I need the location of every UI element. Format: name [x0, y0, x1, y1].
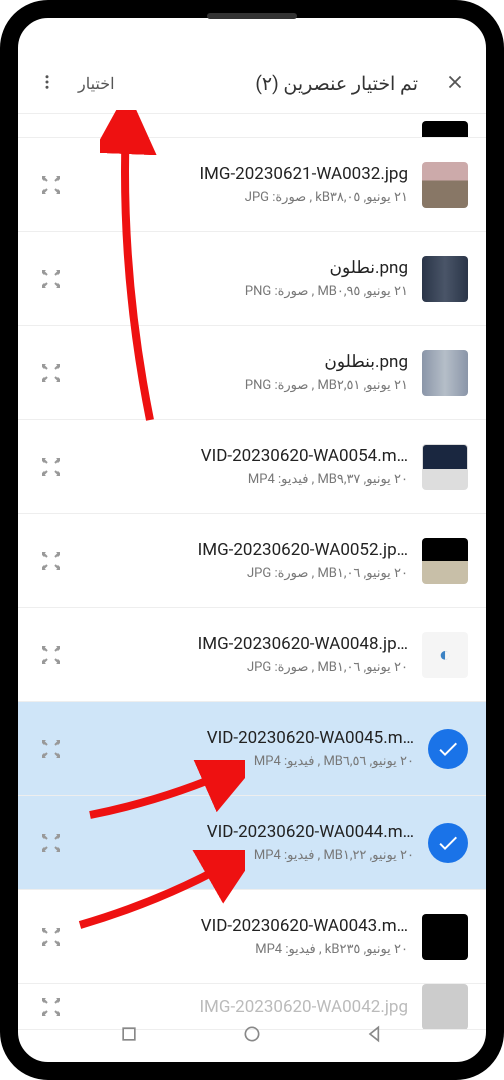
file-thumbnail[interactable]: [422, 444, 468, 490]
check-icon[interactable]: [428, 823, 468, 863]
selection-title: تم اختيار عنصرين (٢): [129, 72, 436, 95]
recent-icon[interactable]: [119, 1024, 139, 1044]
select-button[interactable]: اختيار: [64, 74, 129, 93]
file-name: IMG-20230621-WA0032.jpg: [80, 164, 408, 184]
file-row[interactable]: نطلون.png ٢١ يونيو, MB٠,٩٥ , صورة: PNG: [18, 232, 486, 326]
file-row[interactable]: IMG-20230621-WA0032.jpg ٢١ يونيو, kB٣٨,٠٥…: [18, 138, 486, 232]
file-name: IMG-20230620-WA0052.jp…: [80, 540, 408, 560]
file-thumbnail[interactable]: [422, 162, 468, 208]
file-thumbnail[interactable]: [422, 121, 468, 138]
file-row[interactable]: VID-20230620-WA0043.m… ٢٠ يونيو, kB٢٣٥ , …: [18, 890, 486, 984]
file-meta: ٢٠ يونيو, MB١,٢٢ , فيديو: MP4: [80, 848, 414, 863]
expand-icon[interactable]: [36, 831, 66, 855]
file-info: IMG-20230621-WA0032.jpg ٢١ يونيو, kB٣٨,٠٥…: [80, 164, 408, 205]
expand-icon[interactable]: [36, 737, 66, 761]
file-row[interactable]: VID-20230620-WA0045.m… ٢٠ يونيو, MB٦,٥٦ ,…: [18, 702, 486, 796]
file-info: IMG-20230620-WA0042.jpg: [80, 997, 408, 1017]
expand-icon[interactable]: [36, 925, 66, 949]
file-thumbnail[interactable]: ◐: [422, 632, 468, 678]
expand-icon[interactable]: [36, 549, 66, 573]
file-row[interactable]: ◐ IMG-20230620-WA0048.jp… ٢٠ يونيو, MB١,٠٦…: [18, 608, 486, 702]
file-thumbnail[interactable]: [422, 914, 468, 960]
selection-header: تم اختيار عنصرين (٢) اختيار: [18, 54, 486, 114]
file-info: VID-20230620-WA0045.m… ٢٠ يونيو, MB٦,٥٦ ,…: [80, 728, 414, 769]
system-navbar: [18, 1016, 486, 1052]
file-list[interactable]: IMG-20230621-WA0032.jpg ٢١ يونيو, kB٣٨,٠٥…: [18, 114, 486, 1030]
status-bar: [18, 18, 486, 54]
file-info: IMG-20230620-WA0048.jp… ٢٠ يونيو, MB١,٠٦ …: [80, 634, 408, 675]
file-name: VID-20230620-WA0043.m…: [80, 916, 408, 936]
expand-icon[interactable]: [36, 173, 66, 197]
check-icon[interactable]: [428, 729, 468, 769]
file-name: IMG-20230620-WA0048.jp…: [80, 634, 408, 654]
expand-icon[interactable]: [36, 455, 66, 479]
file-meta: ٢٠ يونيو, kB٢٣٥ , فيديو: MP4: [80, 942, 408, 957]
file-info: VID-20230620-WA0054.m… ٢٠ يونيو, MB٩,٣٧ ,…: [80, 446, 408, 487]
file-thumbnail[interactable]: [422, 350, 468, 396]
file-info: بنطلون.png ٢١ يونيو, MB٢,٥١ , صورة: PNG: [80, 352, 408, 393]
file-name: VID-20230620-WA0045.m…: [80, 728, 414, 748]
expand-icon[interactable]: [36, 643, 66, 667]
file-row[interactable]: IMG-20230620-WA0052.jp… ٢٠ يونيو, MB١,٠٦ …: [18, 514, 486, 608]
file-row[interactable]: VID-20230620-WA0054.m… ٢٠ يونيو, MB٩,٣٧ ,…: [18, 420, 486, 514]
more-icon[interactable]: [30, 65, 64, 103]
file-row[interactable]: بنطلون.png ٢١ يونيو, MB٢,٥١ , صورة: PNG: [18, 326, 486, 420]
home-icon[interactable]: [242, 1024, 262, 1044]
file-meta: ٢٠ يونيو, MB٩,٣٧ , فيديو: MP4: [80, 472, 408, 487]
file-name: نطلون.png: [80, 258, 408, 278]
file-meta: ٢٠ يونيو, MB١,٠٦ , صورة: JPG: [80, 566, 408, 581]
file-meta: ٢١ يونيو, MB٢,٥١ , صورة: PNG: [80, 378, 408, 393]
file-meta: ٢١ يونيو, kB٣٨,٠٥ , صورة: JPG: [80, 190, 408, 205]
file-thumbnail[interactable]: [422, 256, 468, 302]
close-icon[interactable]: [436, 63, 474, 105]
file-info: IMG-20230620-WA0052.jp… ٢٠ يونيو, MB١,٠٦ …: [80, 540, 408, 581]
expand-icon[interactable]: [36, 267, 66, 291]
file-row[interactable]: VID-20230620-WA0044.m… ٢٠ يونيو, MB١,٢٢ ,…: [18, 796, 486, 890]
file-row[interactable]: [18, 114, 486, 138]
expand-icon[interactable]: [36, 361, 66, 385]
file-thumbnail[interactable]: [422, 538, 468, 584]
file-name: IMG-20230620-WA0042.jpg: [80, 997, 408, 1017]
file-name: بنطلون.png: [80, 352, 408, 372]
file-meta: ٢٠ يونيو, MB١,٠٦ , صورة: JPG: [80, 660, 408, 675]
back-icon[interactable]: [365, 1024, 385, 1044]
file-name: VID-20230620-WA0044.m…: [80, 822, 414, 842]
file-info: VID-20230620-WA0043.m… ٢٠ يونيو, kB٢٣٥ , …: [80, 916, 408, 957]
expand-icon[interactable]: [36, 995, 66, 1019]
file-info: VID-20230620-WA0044.m… ٢٠ يونيو, MB١,٢٢ ,…: [80, 822, 414, 863]
file-info: نطلون.png ٢١ يونيو, MB٠,٩٥ , صورة: PNG: [80, 258, 408, 299]
file-meta: ٢١ يونيو, MB٠,٩٥ , صورة: PNG: [80, 284, 408, 299]
file-name: VID-20230620-WA0054.m…: [80, 446, 408, 466]
file-meta: ٢٠ يونيو, MB٦,٥٦ , فيديو: MP4: [80, 754, 414, 769]
